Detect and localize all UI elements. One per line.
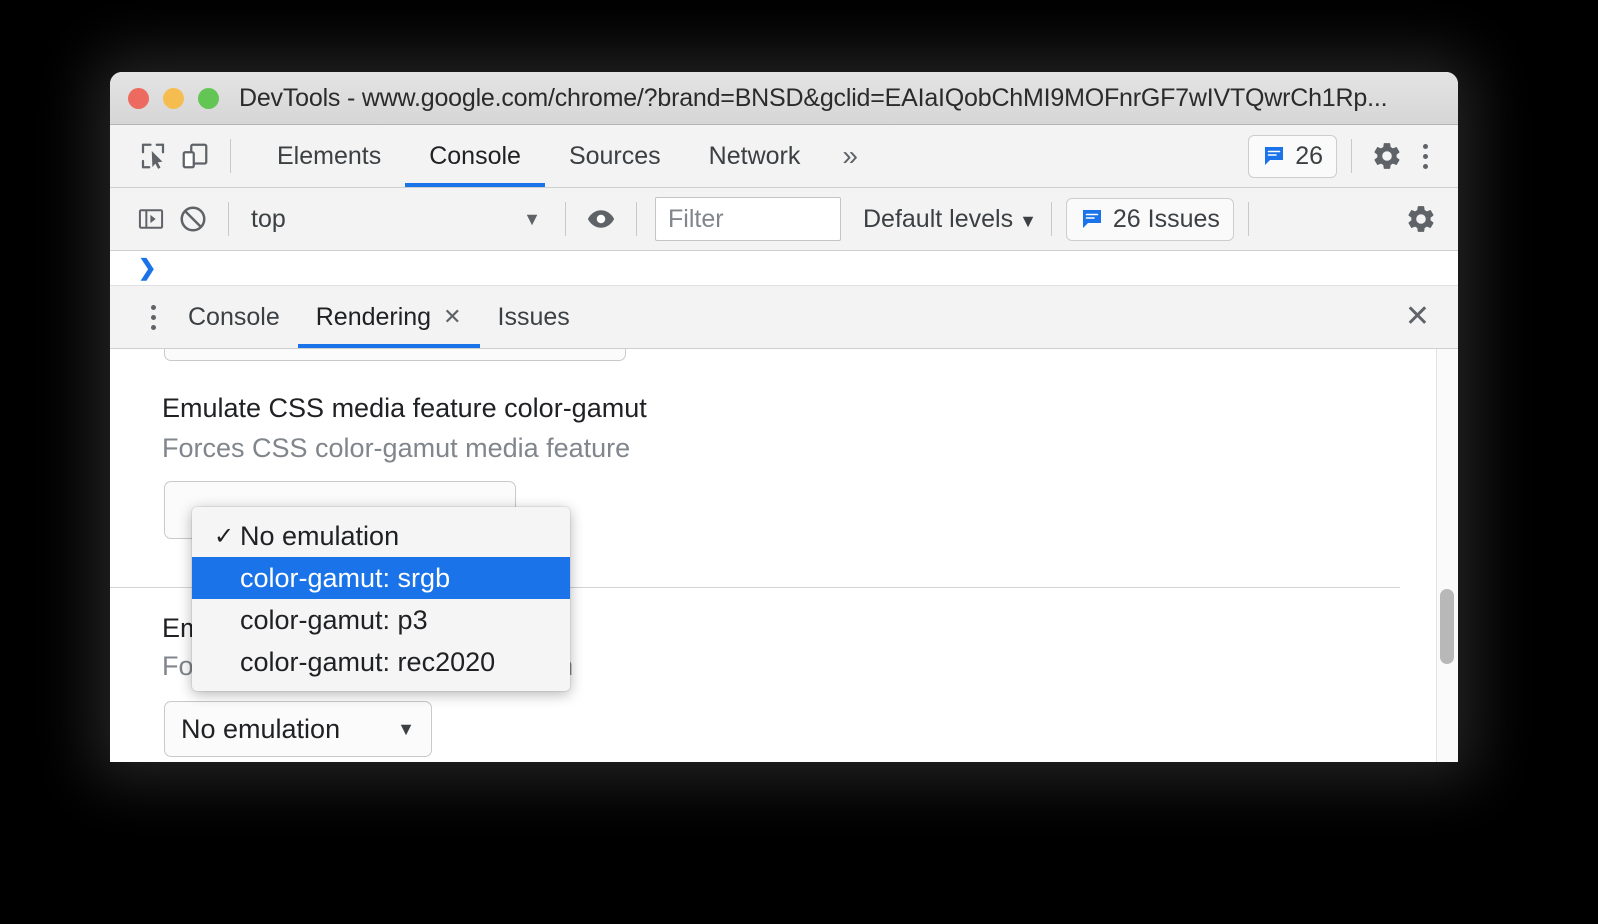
dropdown-item-no-emulation-label: No emulation — [240, 520, 400, 551]
dropdown-item-srgb-label: color-gamut: srgb — [240, 562, 451, 593]
rendering-settings-list: Emulate CSS media feature color-gamut Fo… — [110, 349, 1458, 762]
check-icon: ✓ — [214, 522, 235, 550]
issues-count-button[interactable]: 26 — [1248, 134, 1337, 178]
window-title: DevTools - www.google.com/chrome/?brand=… — [239, 83, 1388, 112]
traffic-light-group — [110, 87, 219, 109]
toolbar-divider — [230, 139, 231, 173]
color-gamut-setting-title: Emulate CSS media feature color-gamut — [162, 393, 647, 423]
color-gamut-dropdown-menu: ✓ No emulation color-gamut: srgb color-g… — [192, 507, 570, 691]
drawer-tab-issues-label: Issues — [497, 302, 570, 331]
toolbar-divider-2 — [1351, 139, 1352, 173]
gear-icon[interactable] — [1400, 198, 1442, 240]
drawer-tab-rendering[interactable]: Rendering ✕ — [297, 286, 480, 348]
devtools-window: DevTools - www.google.com/chrome/?brand=… — [110, 72, 1458, 762]
vision-deficiency-select[interactable]: No emulation ▼ — [164, 701, 432, 757]
issues-badge-label: 26 Issues — [1112, 204, 1220, 233]
vision-deficiency-select-value: No emulation — [181, 713, 341, 744]
execution-context-value: top — [251, 204, 286, 233]
chevron-down-icon: ▼ — [523, 208, 541, 229]
drawer-close-icon[interactable]: ✕ — [1395, 296, 1440, 338]
issues-badge-button[interactable]: 26 Issues — [1065, 197, 1234, 241]
tab-sources-label: Sources — [568, 141, 661, 170]
window-titlebar: DevTools - www.google.com/chrome/?brand=… — [110, 72, 1458, 125]
tab-network-label: Network — [708, 141, 801, 170]
tab-sources[interactable]: Sources — [545, 125, 685, 187]
filter-input[interactable]: Filter — [655, 197, 841, 241]
main-tab-list: Elements Console Sources Network » — [253, 125, 876, 187]
dropdown-item-rec2020-label: color-gamut: rec2020 — [240, 646, 496, 677]
tab-elements-label: Elements — [277, 141, 382, 170]
drawer-kebab-menu-icon[interactable] — [136, 296, 170, 338]
rendering-panel-scrollbar[interactable] — [1436, 349, 1458, 762]
console-toolbar-divider-2 — [565, 202, 566, 236]
issues-bubble-icon — [1262, 144, 1286, 168]
drawer-tab-rendering-label: Rendering — [315, 302, 432, 331]
issues-bubble-icon — [1080, 207, 1104, 231]
drawer-tabbar: Console Rendering ✕ Issues ✕ — [110, 286, 1458, 349]
console-prompt-row[interactable]: ❯ — [110, 251, 1458, 286]
console-toolbar-divider-5 — [1247, 202, 1249, 236]
chevron-down-icon: ▼ — [1019, 210, 1037, 231]
tab-network[interactable]: Network — [685, 125, 825, 187]
drawer-tab-issues[interactable]: Issues — [480, 286, 588, 348]
dropdown-item-p3-label: color-gamut: p3 — [240, 604, 428, 635]
dropdown-item-p3[interactable]: color-gamut: p3 — [192, 599, 570, 641]
dropdown-item-rec2020[interactable]: color-gamut: rec2020 — [192, 641, 570, 683]
console-toolbar-divider-3 — [636, 202, 637, 236]
execution-context-select[interactable]: top ▼ — [243, 205, 551, 234]
inspect-element-icon[interactable] — [132, 135, 174, 177]
tab-console-label: Console — [429, 141, 521, 170]
dropdown-item-no-emulation[interactable]: ✓ No emulation — [192, 515, 570, 557]
more-tabs-icon[interactable]: » — [824, 142, 876, 170]
drawer-tab-console[interactable]: Console — [170, 286, 298, 348]
clear-console-icon[interactable] — [172, 198, 214, 240]
close-window-button[interactable] — [128, 87, 149, 109]
previous-setting-select-clipped[interactable] — [164, 349, 626, 361]
rendering-panel: Emulate CSS media feature color-gamut Fo… — [110, 349, 1458, 762]
live-expression-eye-icon[interactable] — [580, 198, 622, 240]
drawer-tab-rendering-close-icon[interactable]: ✕ — [443, 306, 461, 328]
maximize-window-button[interactable] — [198, 87, 219, 109]
console-toolbar: top ▼ Filter Default levels ▼ 26 Issues — [110, 188, 1458, 251]
screenshot-root: DevTools - www.google.com/chrome/?brand=… — [0, 0, 1598, 924]
issues-count-label: 26 — [1295, 141, 1323, 170]
gear-icon[interactable] — [1366, 135, 1408, 177]
kebab-menu-icon[interactable] — [1408, 135, 1442, 177]
console-toolbar-divider-4 — [1050, 202, 1052, 236]
minimize-window-button[interactable] — [163, 87, 184, 109]
dropdown-item-srgb[interactable]: color-gamut: srgb — [192, 557, 570, 599]
device-toolbar-icon[interactable] — [174, 135, 216, 177]
color-gamut-setting-description: Forces CSS color-gamut media feature — [162, 433, 631, 463]
tab-elements[interactable]: Elements — [253, 125, 405, 187]
console-sidebar-icon[interactable] — [130, 198, 172, 240]
devtools-main-tabbar: Elements Console Sources Network » 26 — [110, 125, 1458, 188]
log-levels-label: Default levels — [863, 204, 1014, 233]
scrollbar-thumb[interactable] — [1440, 589, 1454, 664]
tab-console[interactable]: Console — [405, 125, 545, 187]
drawer-tab-console-label: Console — [188, 302, 280, 331]
chevron-down-icon: ▼ — [397, 718, 415, 739]
console-prompt-chevron-icon: ❯ — [138, 255, 157, 280]
log-levels-select[interactable]: Default levels ▼ — [863, 205, 1037, 234]
console-toolbar-divider — [228, 202, 229, 236]
